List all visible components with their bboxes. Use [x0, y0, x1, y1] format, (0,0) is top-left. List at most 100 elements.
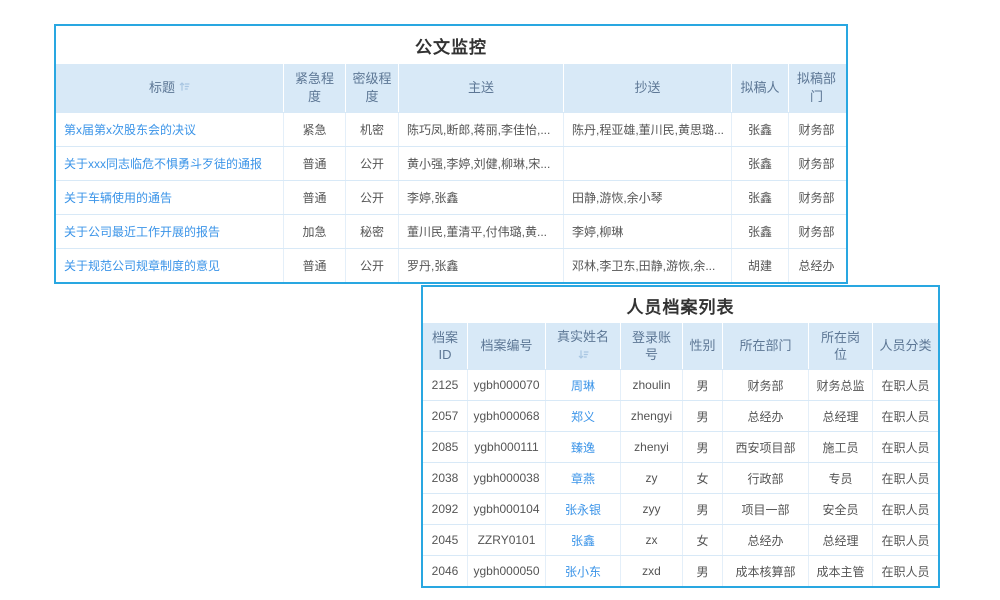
table-row: 第x届第x次股东会的决议紧急机密陈巧凤,断郎,蒋丽,李佳怡,...陈丹,程亚雄,…: [56, 112, 846, 146]
cell: 胡建: [732, 249, 789, 282]
document-monitor-table: 公文监控 标题紧急程度密级程度主送抄送拟稿人拟稿部门 第x届第x次股东会的决议紧…: [54, 24, 848, 284]
cell: 安全员: [809, 494, 873, 524]
cell: 加急: [284, 215, 346, 248]
column-header-0[interactable]: 标题: [56, 64, 284, 112]
cell: 在职人员: [873, 556, 938, 586]
cell: 总经理: [809, 525, 873, 555]
cell-link[interactable]: 周琳: [546, 370, 621, 400]
personnel-archive-title: 人员档案列表: [423, 287, 938, 323]
cell: zhoulin: [621, 370, 683, 400]
column-header-6: 所在岗位: [809, 323, 873, 369]
column-header-label: 标题: [149, 79, 175, 97]
column-header-label: 登录账号: [627, 329, 676, 364]
cell: 总经办: [723, 525, 809, 555]
cell: 田静,游恢,余小琴: [564, 181, 732, 214]
column-header-2[interactable]: 真实姓名: [546, 323, 621, 369]
cell: 罗丹,张鑫: [399, 249, 564, 282]
cell: 2057: [423, 401, 468, 431]
document-monitor-header-row: 标题紧急程度密级程度主送抄送拟稿人拟稿部门: [56, 64, 846, 112]
table-row: 关于xxx同志临危不惧勇斗歹徒的通报普通公开黄小强,李婷,刘健,柳琳,宋...张…: [56, 146, 846, 180]
cell: 项目一部: [723, 494, 809, 524]
personnel-archive-body: 2125ygbh000070周琳zhoulin男财务部财务总监在职人员2057y…: [423, 369, 938, 586]
cell: 男: [683, 432, 723, 462]
cell: 2085: [423, 432, 468, 462]
cell: ygbh000068: [468, 401, 546, 431]
cell-link[interactable]: 关于公司最近工作开展的报告: [56, 215, 284, 248]
column-header-label: 密级程度: [352, 70, 392, 105]
column-header-5: 所在部门: [723, 323, 809, 369]
cell: 行政部: [723, 463, 809, 493]
cell: 陈巧凤,断郎,蒋丽,李佳怡,...: [399, 113, 564, 146]
cell: 公开: [346, 181, 399, 214]
document-monitor-body: 第x届第x次股东会的决议紧急机密陈巧凤,断郎,蒋丽,李佳怡,...陈丹,程亚雄,…: [56, 112, 846, 282]
cell: 普通: [284, 181, 346, 214]
column-header-label: 真实姓名: [557, 328, 609, 346]
cell-link[interactable]: 章燕: [546, 463, 621, 493]
cell: 陈丹,程亚雄,董川民,黄思璐...: [564, 113, 732, 146]
cell: 男: [683, 401, 723, 431]
cell: ygbh000050: [468, 556, 546, 586]
cell: 财务部: [789, 215, 844, 248]
cell-link[interactable]: 关于车辆使用的通告: [56, 181, 284, 214]
sort-ascending-icon: [179, 79, 190, 97]
cell-link[interactable]: 张永银: [546, 494, 621, 524]
cell: zhenyi: [621, 432, 683, 462]
cell: ygbh000070: [468, 370, 546, 400]
column-header-label: 性别: [689, 337, 715, 355]
cell: ygbh000111: [468, 432, 546, 462]
cell: 张鑫: [732, 113, 789, 146]
column-header-label: 人员分类: [879, 337, 931, 355]
cell: 财务总监: [809, 370, 873, 400]
table-row: 2092ygbh000104张永银zyy男项目一部安全员在职人员: [423, 493, 938, 524]
cell: 在职人员: [873, 525, 938, 555]
cell: 紧急: [284, 113, 346, 146]
cell: 普通: [284, 147, 346, 180]
cell: 财务部: [789, 181, 844, 214]
cell: ZZRY0101: [468, 525, 546, 555]
cell: 李婷,柳琳: [564, 215, 732, 248]
column-header-label: 档案ID: [429, 329, 461, 364]
cell: 成本主管: [809, 556, 873, 586]
cell: 董川民,董清平,付伟璐,黄...: [399, 215, 564, 248]
cell-link[interactable]: 关于xxx同志临危不惧勇斗歹徒的通报: [56, 147, 284, 180]
cell: ygbh000038: [468, 463, 546, 493]
column-header-label: 所在岗位: [815, 329, 866, 364]
table-row: 2045ZZRY0101张鑫zx女总经办总经理在职人员: [423, 524, 938, 555]
cell: 总经办: [789, 249, 844, 282]
cell: 黄小强,李婷,刘健,柳琳,宋...: [399, 147, 564, 180]
column-header-7: 人员分类: [873, 323, 938, 369]
cell: 在职人员: [873, 432, 938, 462]
cell: 施工员: [809, 432, 873, 462]
personnel-archive-table: 人员档案列表 档案ID 档案编号 真实姓名登录账号性别 所在部门 所在岗位人员分类 21…: [421, 285, 940, 588]
column-header-3: 主送: [399, 64, 564, 112]
cell: 财务部: [789, 113, 844, 146]
table-row: 2125ygbh000070周琳zhoulin男财务部财务总监在职人员: [423, 369, 938, 400]
column-header-label: 所在部门: [739, 337, 791, 355]
cell: 2092: [423, 494, 468, 524]
cell-link[interactable]: 张鑫: [546, 525, 621, 555]
cell-link[interactable]: 关于规范公司规章制度的意见: [56, 249, 284, 282]
cell: 公开: [346, 147, 399, 180]
column-header-4: 抄送: [564, 64, 732, 112]
cell: 在职人员: [873, 370, 938, 400]
column-header-label: 抄送: [634, 79, 660, 97]
cell: zhengyi: [621, 401, 683, 431]
cell: zyy: [621, 494, 683, 524]
cell: 财务部: [789, 147, 844, 180]
cell-link[interactable]: 臻逸: [546, 432, 621, 462]
cell: 西安项目部: [723, 432, 809, 462]
cell: 张鑫: [732, 215, 789, 248]
column-header-label: 拟稿部门: [795, 70, 838, 105]
cell: 2125: [423, 370, 468, 400]
cell-link[interactable]: 第x届第x次股东会的决议: [56, 113, 284, 146]
table-row: 关于公司最近工作开展的报告加急秘密董川民,董清平,付伟璐,黄...李婷,柳琳张鑫…: [56, 214, 846, 248]
table-row: 2038ygbh000038章燕zy女行政部专员在职人员: [423, 462, 938, 493]
cell: ygbh000104: [468, 494, 546, 524]
cell-link[interactable]: 郑义: [546, 401, 621, 431]
column-header-label: 档案编号: [480, 337, 532, 355]
table-row: 关于规范公司规章制度的意见普通公开罗丹,张鑫邓林,李卫东,田静,游恢,余...胡…: [56, 248, 846, 282]
cell: 李婷,张鑫: [399, 181, 564, 214]
cell: 普通: [284, 249, 346, 282]
cell-link[interactable]: 张小东: [546, 556, 621, 586]
table-row: 2085ygbh000111臻逸zhenyi男西安项目部施工员在职人员: [423, 431, 938, 462]
